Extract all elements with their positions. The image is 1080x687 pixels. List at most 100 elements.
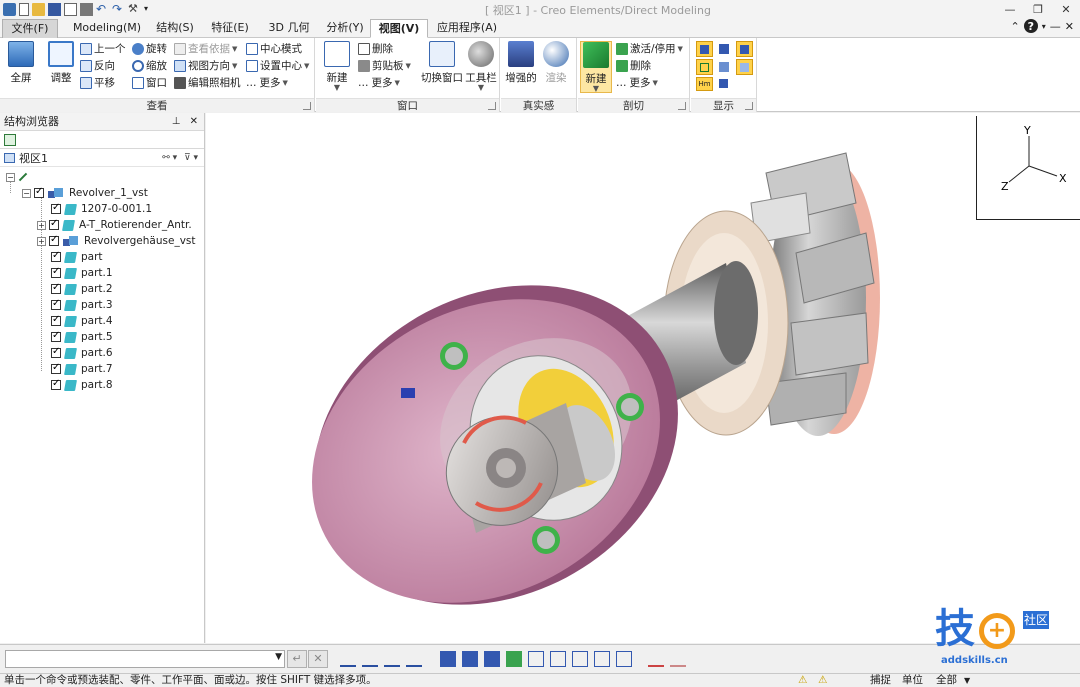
view-cube-icon[interactable] xyxy=(616,651,632,667)
display-hidden-line-icon[interactable] xyxy=(736,41,753,57)
window-zoom-button[interactable]: 窗口 xyxy=(132,75,167,91)
view-selector[interactable]: 视区1 ⚯ ▾ ⊽ ▾ xyxy=(0,149,204,167)
print-icon[interactable] xyxy=(80,2,93,16)
undo-icon[interactable]: ↶ xyxy=(96,3,109,16)
visibility-checkbox[interactable] xyxy=(51,282,61,294)
open-folder-icon[interactable] xyxy=(32,2,45,16)
filter-icon[interactable]: ⊽ xyxy=(184,153,191,163)
zoom-button[interactable]: 缩放 xyxy=(132,58,167,74)
bolt-right[interactable] xyxy=(616,393,644,421)
view-cube-icon[interactable] xyxy=(440,651,456,667)
tree-item-part[interactable]: part.3 xyxy=(51,297,113,313)
tree-item-part[interactable]: part xyxy=(51,249,103,265)
selection-filter[interactable]: 全部 xyxy=(936,674,957,687)
view-cube-icon[interactable] xyxy=(572,651,588,667)
tree-item-part[interactable]: part.7 xyxy=(51,361,113,377)
tree-view-icon[interactable] xyxy=(4,133,16,146)
browser-close-icon[interactable]: ✕ xyxy=(190,116,198,127)
adjust-button[interactable]: 调整 xyxy=(44,41,78,93)
tab-modeling[interactable]: Modeling(M) xyxy=(72,19,142,38)
minimize-button[interactable]: — xyxy=(996,0,1024,18)
tree-root[interactable]: − xyxy=(6,169,28,185)
catch-toggle[interactable]: 捕捉 xyxy=(870,674,891,687)
prev-view-button[interactable]: 上一个 xyxy=(80,41,126,57)
expand-icon[interactable]: + xyxy=(37,236,46,246)
print-preview-icon[interactable] xyxy=(64,2,77,16)
delete-window-button[interactable]: 删除 xyxy=(358,41,393,57)
switch-window-button[interactable]: 切换窗口 xyxy=(420,41,464,93)
visibility-checkbox[interactable] xyxy=(34,186,44,198)
blue-connector[interactable] xyxy=(401,388,415,398)
rotate-button[interactable]: 旋转 xyxy=(132,41,167,57)
tree-item-housing[interactable]: + Revolvergehäuse_vst xyxy=(37,233,196,249)
customize-dropdown-icon[interactable]: ▾ xyxy=(144,3,157,16)
help-dropdown-icon[interactable]: ▾ xyxy=(1042,22,1046,31)
view-more-button[interactable]: … 更多 ▼ xyxy=(246,75,288,91)
view-cube-icon[interactable] xyxy=(484,651,500,667)
quick-tool-icon[interactable]: ⚒ xyxy=(128,2,141,16)
set-center-button[interactable]: 设置中心 ▼ xyxy=(246,58,309,74)
clipboard-button[interactable]: 剪贴板 ▼ xyxy=(358,58,411,74)
collapse-icon[interactable]: − xyxy=(22,188,31,198)
help-icon[interactable]: ? xyxy=(1023,19,1038,33)
binocular-icon[interactable]: ⚯ xyxy=(162,153,170,163)
visibility-checkbox[interactable] xyxy=(51,346,61,358)
axis-tool-icon[interactable] xyxy=(362,651,378,667)
ribbon-collapse-icon[interactable]: ⌃ xyxy=(1011,20,1020,33)
visibility-checkbox[interactable] xyxy=(49,218,59,230)
tab-applications[interactable]: 应用程序(A) xyxy=(432,19,502,38)
enter-command-button[interactable]: ↵ xyxy=(287,650,307,668)
tab-structure[interactable]: 结构(S) xyxy=(150,19,200,38)
section-group-launcher-icon[interactable] xyxy=(678,102,686,110)
bolt-top-left[interactable] xyxy=(440,342,468,370)
close-button[interactable]: ✕ xyxy=(1052,0,1080,18)
delete-section-button[interactable]: 删除 xyxy=(616,58,651,74)
window-more-button[interactable]: … 更多 ▼ xyxy=(358,75,400,91)
cancel-command-button[interactable]: ✕ xyxy=(308,650,328,668)
visibility-checkbox[interactable] xyxy=(51,266,61,278)
tree-item-part[interactable]: part.4 xyxy=(51,313,113,329)
visibility-checkbox[interactable] xyxy=(49,234,59,246)
visibility-checkbox[interactable] xyxy=(51,314,61,326)
display-transparent-icon[interactable] xyxy=(716,59,733,75)
tab-features[interactable]: 特征(E) xyxy=(205,19,255,38)
axis-tool-icon[interactable] xyxy=(340,651,356,667)
measure-tool-icon[interactable] xyxy=(670,651,686,667)
save-icon[interactable] xyxy=(48,2,61,16)
visibility-checkbox[interactable] xyxy=(51,330,61,342)
collapse-icon[interactable]: − xyxy=(6,172,15,182)
unit-selector[interactable]: 单位 xyxy=(902,674,923,687)
view-cube-icon[interactable] xyxy=(594,651,610,667)
measure-tool-icon[interactable] xyxy=(648,651,664,667)
visibility-checkbox[interactable] xyxy=(51,298,61,310)
display-shaded-edges-icon[interactable] xyxy=(696,41,713,57)
command-input[interactable]: ▼ xyxy=(5,650,285,668)
tree-item-part[interactable]: part.8 xyxy=(51,377,113,393)
view-direction-button[interactable]: 视图方向 ▼ xyxy=(174,58,237,74)
expand-icon[interactable]: + xyxy=(37,220,46,230)
edit-camera-button[interactable]: 编辑照相机 xyxy=(174,75,241,91)
tree-item-part[interactable]: part.6 xyxy=(51,345,113,361)
new-section-button[interactable]: 新建 ▼ xyxy=(580,41,612,93)
selection-filter-dropdown-icon[interactable]: ▼ xyxy=(964,674,970,687)
3d-viewport[interactable]: Y X Z xyxy=(206,113,1080,643)
tree-item-revolver[interactable]: − Revolver_1_vst xyxy=(22,185,148,201)
revolver-model[interactable] xyxy=(206,113,1080,643)
fullscreen-button[interactable]: 全屏 xyxy=(4,41,38,93)
visibility-checkbox[interactable] xyxy=(51,250,61,262)
redo-icon[interactable]: ↷ xyxy=(112,3,125,16)
bolt-bottom[interactable] xyxy=(532,526,560,554)
tree-item-part[interactable]: 1207-0-001.1 xyxy=(51,201,152,217)
view-cube-icon[interactable] xyxy=(528,651,544,667)
display-wireframe-icon[interactable] xyxy=(696,59,713,75)
view-cube-icon[interactable] xyxy=(550,651,566,667)
display-silhouette-icon[interactable] xyxy=(736,59,753,75)
tab-3d-geometry[interactable]: 3D 几何 xyxy=(262,19,316,38)
axis-tool-icon[interactable] xyxy=(384,651,400,667)
view-cube-icon[interactable] xyxy=(462,651,478,667)
visibility-checkbox[interactable] xyxy=(51,378,61,390)
pan-button[interactable]: 平移 xyxy=(80,75,115,91)
display-shaded-icon[interactable] xyxy=(716,41,733,57)
visibility-checkbox[interactable] xyxy=(51,202,61,214)
pin-icon[interactable]: ⊥ xyxy=(172,116,181,127)
